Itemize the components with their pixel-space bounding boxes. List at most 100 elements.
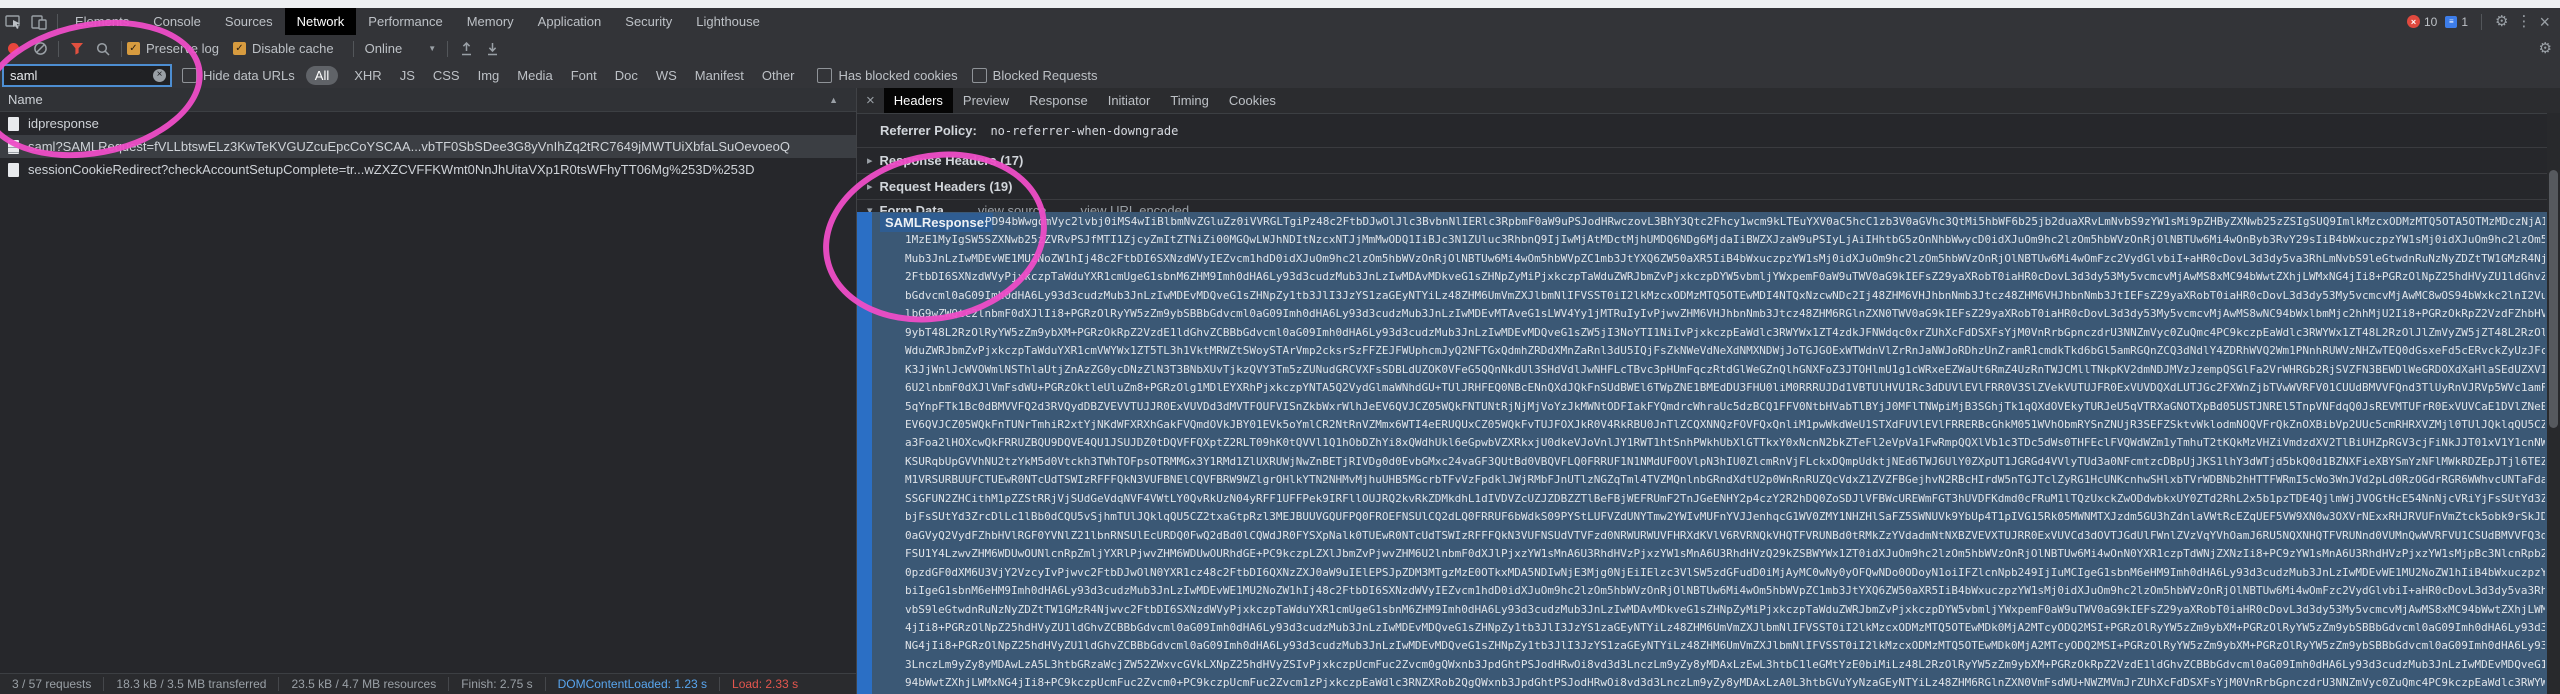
disable-cache-checkbox[interactable]: ✓ xyxy=(232,42,246,55)
name-column-header[interactable]: Name ▲ xyxy=(0,88,856,112)
sort-ascending-icon: ▲ xyxy=(829,94,838,105)
filter-type-js[interactable]: JS xyxy=(400,68,415,83)
export-har-icon[interactable] xyxy=(479,35,505,62)
tab-memory[interactable]: Memory xyxy=(455,8,526,35)
blocked-requests-checkbox[interactable] xyxy=(971,67,987,83)
referrer-policy-label: Referrer Policy: xyxy=(880,123,977,138)
throttling-value: Online xyxy=(364,41,403,56)
tab-console[interactable]: Console xyxy=(141,8,213,35)
clear-requests-icon[interactable] xyxy=(27,35,53,62)
search-icon[interactable] xyxy=(90,35,116,62)
console-message-badge[interactable]: ≡ 1 xyxy=(2445,15,2468,29)
response-headers-label: Response Headers (17) xyxy=(879,153,1024,168)
inspect-element-icon[interactable] xyxy=(0,8,26,35)
preserve-log-label: Preserve log xyxy=(146,41,219,56)
base64-line: vbS9leGtwdnRuNzNyZDZtTW1GMzR4Njwvc2FtbDI… xyxy=(905,602,2545,616)
import-har-icon[interactable] xyxy=(453,35,479,62)
detail-tab-strip: × Headers Preview Response Initiator Timing C… xyxy=(857,88,2560,114)
detail-tab-response[interactable]: Response xyxy=(1019,88,1098,113)
tab-elements[interactable]: Elements xyxy=(63,8,141,35)
base64-line: SSGFUN2ZHCithM1pZZStRRjVjSUdGeVdqNVF4VWt… xyxy=(905,491,2545,505)
filter-funnel-icon[interactable] xyxy=(64,35,90,62)
detail-tab-initiator[interactable]: Initiator xyxy=(1098,88,1161,113)
record-button[interactable] xyxy=(8,43,19,54)
filter-type-all[interactable]: All xyxy=(305,65,339,85)
request-row[interactable]: idpresponse xyxy=(0,112,856,135)
filter-type-xhr[interactable]: XHR xyxy=(354,68,381,83)
saml-response-lines: PD94bWwgdmVyc2lvbj0iMS4wIiBlbmNvZGluZz0i… xyxy=(905,213,2545,694)
filter-type-img[interactable]: Img xyxy=(478,68,500,83)
base64-line: PD94bWwgdmVyc2lvbj0iMS4wIiBlbmNvZGluZz0i… xyxy=(985,215,2545,228)
filter-type-other[interactable]: Other xyxy=(762,68,795,83)
filter-type-ws[interactable]: WS xyxy=(656,68,677,83)
base64-line: NG4jIi8+PGRzOlNpZ25hdHVyZU1ldGhvZCBBbGdv… xyxy=(905,639,2545,653)
base64-line: 3LnczLm9yZy8yMDAwLzA5L3htbGRzaWcjZW52ZWx… xyxy=(905,657,2545,671)
disable-cache-label: Disable cache xyxy=(251,41,334,56)
base64-line: 2FtbDI6SXNzdWVyPjxkczpTaWduYXR1cmUgeG1sb… xyxy=(905,270,2545,284)
status-item: 23.5 kB / 4.7 MB resources xyxy=(278,677,448,691)
detail-tab-preview[interactable]: Preview xyxy=(953,88,1019,113)
blocked-requests-label: Blocked Requests xyxy=(992,67,1098,83)
base64-line: K3JjWnlJcWVOWmlNSThlaUtjZnAzZG0ycDNzZlN3… xyxy=(905,362,2545,376)
preserve-log-checkbox[interactable]: ✓ xyxy=(127,42,140,55)
close-detail-icon[interactable]: × xyxy=(857,92,884,109)
chevron-right-icon: ▸ xyxy=(867,181,873,193)
divider xyxy=(2481,13,2483,30)
tab-lighthouse[interactable]: Lighthouse xyxy=(684,8,772,35)
has-blocked-cookies-label: Has blocked cookies xyxy=(838,67,958,83)
detail-tab-timing[interactable]: Timing xyxy=(1160,88,1219,113)
filter-type-doc[interactable]: Doc xyxy=(615,68,638,83)
filter-type-css[interactable]: CSS xyxy=(433,68,460,83)
base64-line: lbG9wZWQtc2lnbmF0dXJlIi8+PGRzOlRyYW5zZm9… xyxy=(905,307,2545,321)
more-options-icon[interactable]: ⋮ xyxy=(2516,14,2531,29)
request-headers-section[interactable]: ▸ Request Headers (19) xyxy=(857,173,2560,199)
scrollbar-thumb[interactable] xyxy=(2549,170,2558,428)
status-item: 3 / 57 requests xyxy=(12,677,92,691)
settings-gear-icon[interactable]: ⚙ xyxy=(2495,14,2508,29)
message-icon: ≡ xyxy=(2445,15,2458,28)
clear-filter-icon[interactable]: × xyxy=(153,68,166,82)
request-detail-panel: × Headers Preview Response Initiator Timing C… xyxy=(857,88,2560,694)
request-row[interactable]: sessionCookieRedirect?checkAccountSetupC… xyxy=(0,158,856,181)
tab-application[interactable]: Application xyxy=(526,8,614,35)
saml-response-value[interactable]: SAMLResponse: PD94bWwgdmVyc2lvbj0iMS4wIi… xyxy=(857,212,2547,694)
close-devtools-icon[interactable]: × xyxy=(2539,13,2550,31)
detail-tab-headers[interactable]: Headers xyxy=(883,88,953,113)
divider xyxy=(352,40,354,57)
error-count-badge[interactable]: × 10 xyxy=(2406,15,2437,29)
tab-sources[interactable]: Sources xyxy=(213,8,285,35)
chevron-down-icon: ▼ xyxy=(428,44,437,53)
response-headers-section[interactable]: ▸ Response Headers (17) xyxy=(857,147,2560,173)
tab-network[interactable]: Network xyxy=(284,8,357,35)
divider xyxy=(121,40,122,57)
request-name: sessionCookieRedirect?checkAccountSetupC… xyxy=(28,162,755,177)
has-blocked-cookies-checkbox[interactable] xyxy=(817,67,833,83)
selection-accent-bar xyxy=(857,212,872,694)
filter-input[interactable] xyxy=(2,63,172,87)
detail-scrollbar[interactable] xyxy=(2547,113,2560,694)
tab-security[interactable]: Security xyxy=(613,8,684,35)
divider xyxy=(58,40,59,57)
status-item: 18.3 kB / 3.5 MB transferred xyxy=(103,677,278,691)
base64-line: WduZWRJbmZvPjxkczpTaWduYXR1cmVWYWx1ZT5TL… xyxy=(905,344,2545,358)
filter-type-font[interactable]: Font xyxy=(571,68,597,83)
base64-line: 0pzdGF0dXM6U3VjY2VzcyIvPjwvc2FtbDJwOlN0Y… xyxy=(905,565,2545,579)
network-settings-gear-icon[interactable]: ⚙ xyxy=(2539,41,2552,56)
filter-type-media[interactable]: Media xyxy=(517,68,552,83)
base64-line: bGdvcml0aG09Imh0dHA6Ly93d3cudzMub3JnLzIw… xyxy=(905,288,2545,302)
tab-performance[interactable]: Performance xyxy=(356,8,454,35)
device-toolbar-icon[interactable] xyxy=(26,8,52,35)
filter-type-manifest[interactable]: Manifest xyxy=(695,68,744,83)
tab-bar-right-controls: × 10 ≡ 1 ⚙ ⋮ × xyxy=(2406,13,2560,31)
throttling-dropdown[interactable]: Online ▼ xyxy=(365,41,437,56)
detail-tab-cookies[interactable]: Cookies xyxy=(1219,88,1286,113)
base64-line: bjFsSUtYd3ZrcDlLc1lBb0dCQU5vSjhmTUlJQklq… xyxy=(905,510,2545,524)
file-icon xyxy=(8,162,19,177)
main-tab-strip: Elements Console Sources Network Performance… xyxy=(63,8,772,35)
request-headers-label: Request Headers (19) xyxy=(879,179,1013,194)
request-row[interactable]: saml?SAMLRequest=fVLLbtswELz3KwTeKVGUZcu… xyxy=(0,135,856,158)
hide-data-urls-checkbox[interactable] xyxy=(182,67,197,83)
base64-line: 1MzE1MyIgSW5SZXNwb25zZVRvPSJfMTI1ZjcyZmI… xyxy=(905,233,2545,247)
referrer-policy-value: no-referrer-when-downgrade xyxy=(990,124,1179,138)
name-column-label: Name xyxy=(8,92,43,107)
